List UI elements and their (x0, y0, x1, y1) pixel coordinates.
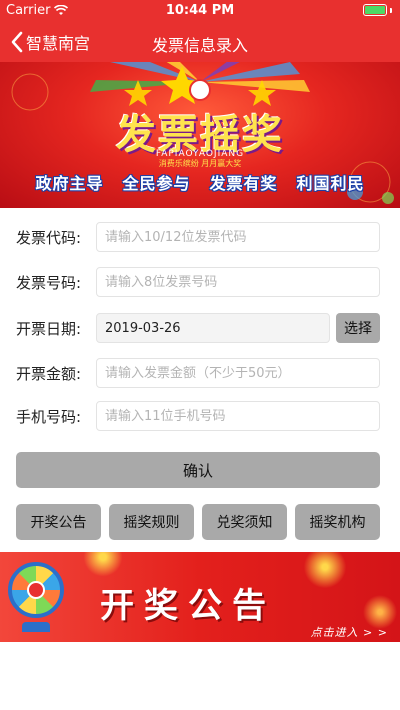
amount-label: 开票金额: (16, 364, 82, 383)
amount-row: 开票金额: (16, 358, 380, 388)
lottery-announcement-button[interactable]: 开奖公告 (16, 504, 101, 540)
phone-row: 手机号码: (16, 401, 380, 431)
page-title: 发票信息录入 (151, 36, 248, 55)
amount-input[interactable] (96, 358, 380, 388)
slogan-item: 全民参与 (122, 174, 191, 193)
invoice-number-row: 发票号码: (16, 267, 380, 297)
issue-date-label: 开票日期: (16, 319, 82, 338)
invoice-number-input[interactable] (96, 267, 380, 297)
slogan-item: 政府主导 (35, 174, 104, 193)
battery-icon (363, 4, 392, 16)
slogan-item: 利国利民 (296, 174, 365, 193)
select-date-button[interactable]: 选择 (336, 313, 380, 343)
invoice-code-row: 发票代码: (16, 222, 380, 252)
action-buttons: 开奖公告 摇奖规则 兑奖须知 摇奖机构 (16, 504, 380, 540)
enter-link[interactable]: 点击进入 > > (311, 624, 388, 640)
firework-decoration (80, 552, 126, 580)
banner-slogans: 政府主导 全民参与 发票有奖 利国利民 (0, 170, 400, 194)
issue-date-input[interactable] (96, 313, 330, 343)
banner-tagline: 消费乐缤纷 月月赢大奖 (158, 159, 242, 168)
prize-notice-button[interactable]: 兑奖须知 (202, 504, 287, 540)
announcement-title: 开奖公告 (100, 586, 276, 626)
lottery-wheel-icon (8, 562, 64, 618)
announcement-banner[interactable]: 开奖公告 点击进入 > > (0, 552, 400, 642)
status-time: 10:44 PM (165, 3, 235, 18)
lottery-agency-button[interactable]: 摇奖机构 (295, 504, 380, 540)
phone-input[interactable] (96, 401, 380, 431)
issue-date-row: 开票日期: 选择 (16, 313, 380, 343)
slogan-item: 发票有奖 (209, 174, 278, 193)
navigation-bar: 智慧南宫 发票信息录入 (0, 22, 400, 62)
wheel-stand (22, 622, 50, 632)
lottery-rules-button[interactable]: 摇奖规则 (109, 504, 194, 540)
invoice-code-input[interactable] (96, 222, 380, 252)
invoice-entry-screen: Carrier 10:44 PM 智慧南宫 发票信息录入 发票摇奖 FAPIAO… (0, 0, 400, 710)
status-bar: Carrier 10:44 PM (0, 0, 400, 22)
invoice-number-label: 发票号码: (16, 273, 82, 292)
phone-label: 手机号码: (16, 407, 82, 426)
firework-decoration (300, 552, 350, 592)
confirm-button[interactable]: 确认 (16, 452, 380, 488)
invoice-code-label: 发票代码: (16, 228, 82, 247)
lottery-banner: 发票摇奖 FAPIAOYAOJIANG 消费乐缤纷 月月赢大奖 政府主导 全民参… (0, 62, 400, 208)
